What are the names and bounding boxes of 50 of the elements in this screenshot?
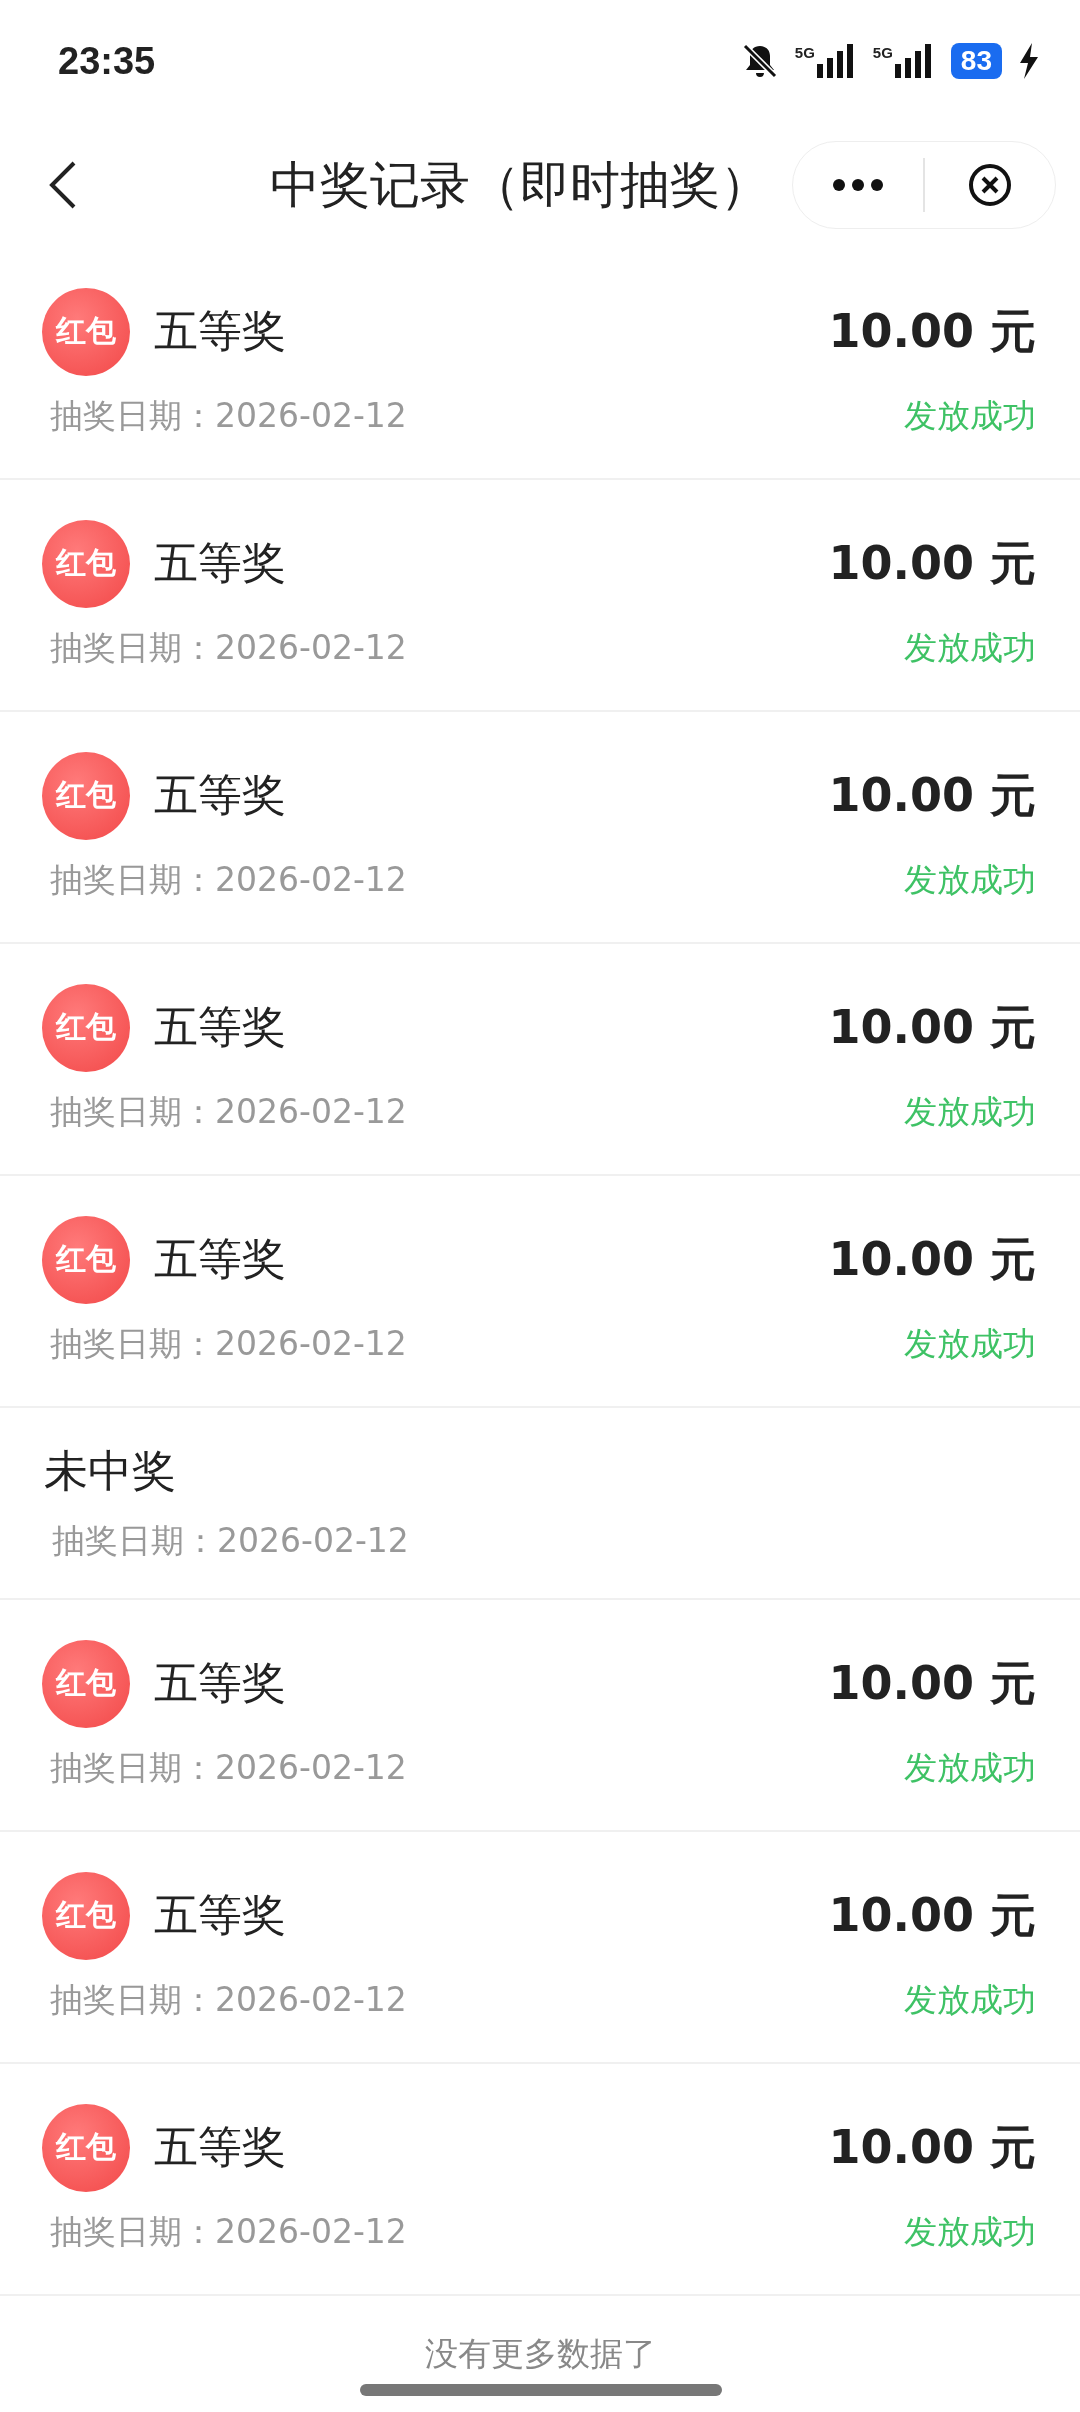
prize-amount: 10.00 元: [828, 1230, 1036, 1288]
prize-amount: 10.00 元: [828, 766, 1036, 824]
prize-type-badge: 红包: [42, 983, 130, 1072]
prize-type-badge: 红包: [42, 1871, 130, 1960]
payout-status: 发放成功: [904, 2210, 1036, 2253]
prize-name: 五等奖: [154, 1656, 286, 1710]
draw-date: 抽奖日期：2026-02-12: [50, 1978, 407, 2021]
end-of-list-text: 没有更多数据了: [424, 2334, 656, 2373]
payout-status: 发放成功: [904, 1978, 1036, 2021]
payout-status: 发放成功: [904, 858, 1036, 901]
prize-amount: 10.00 元: [828, 302, 1036, 360]
draw-date: 抽奖日期：2026-02-12: [50, 1090, 407, 1133]
prize-type-badge: 红包: [42, 1639, 130, 1728]
prize-name: 未中奖: [44, 1444, 176, 1498]
clock: 23:35: [58, 39, 156, 83]
prize-name: 五等奖: [154, 536, 286, 590]
draw-date: 抽奖日期：2026-02-12: [50, 858, 407, 901]
prize-name: 五等奖: [154, 1888, 286, 1942]
prize-type-badge: 红包: [42, 751, 130, 840]
page-title: 中奖记录（即时抽奖）: [270, 154, 770, 216]
network-label: 5G: [872, 44, 893, 61]
prize-amount: 10.00 元: [828, 1886, 1036, 1944]
prize-type-badge: 红包: [42, 287, 130, 376]
draw-date: 抽奖日期：2026-02-12: [50, 2210, 407, 2253]
draw-date: 抽奖日期：2026-02-12: [50, 1746, 407, 1789]
payout-status: 发放成功: [904, 394, 1036, 437]
prize-amount: 10.00 元: [828, 998, 1036, 1056]
payout-status: 发放成功: [904, 626, 1036, 669]
prize-amount: 10.00 元: [828, 2118, 1036, 2176]
prize-type-badge: 红包: [42, 2103, 130, 2192]
prize-amount: 10.00 元: [828, 1654, 1036, 1712]
prize-name: 五等奖: [154, 304, 286, 358]
close-icon: [967, 162, 1013, 208]
prize-name: 五等奖: [154, 1000, 286, 1054]
prize-type-badge: 红包: [42, 519, 130, 608]
prize-name: 五等奖: [154, 768, 286, 822]
network-label: 5G: [794, 44, 815, 61]
prize-type-badge: 红包: [42, 1215, 130, 1304]
battery-level: 83: [950, 43, 1002, 79]
payout-status: 发放成功: [904, 1322, 1036, 1365]
prize-amount: 10.00 元: [828, 534, 1036, 592]
prize-name: 五等奖: [154, 1232, 286, 1286]
draw-date: 抽奖日期：2026-02-12: [50, 626, 407, 669]
prize-name: 五等奖: [154, 2120, 286, 2174]
payout-status: 发放成功: [904, 1090, 1036, 1133]
draw-date: 抽奖日期：2026-02-12: [50, 394, 407, 437]
payout-status: 发放成功: [904, 1746, 1036, 1789]
draw-date: 抽奖日期：2026-02-12: [50, 1322, 407, 1365]
draw-date: 抽奖日期：2026-02-12: [52, 1520, 409, 1562]
more-icon: [832, 178, 884, 192]
